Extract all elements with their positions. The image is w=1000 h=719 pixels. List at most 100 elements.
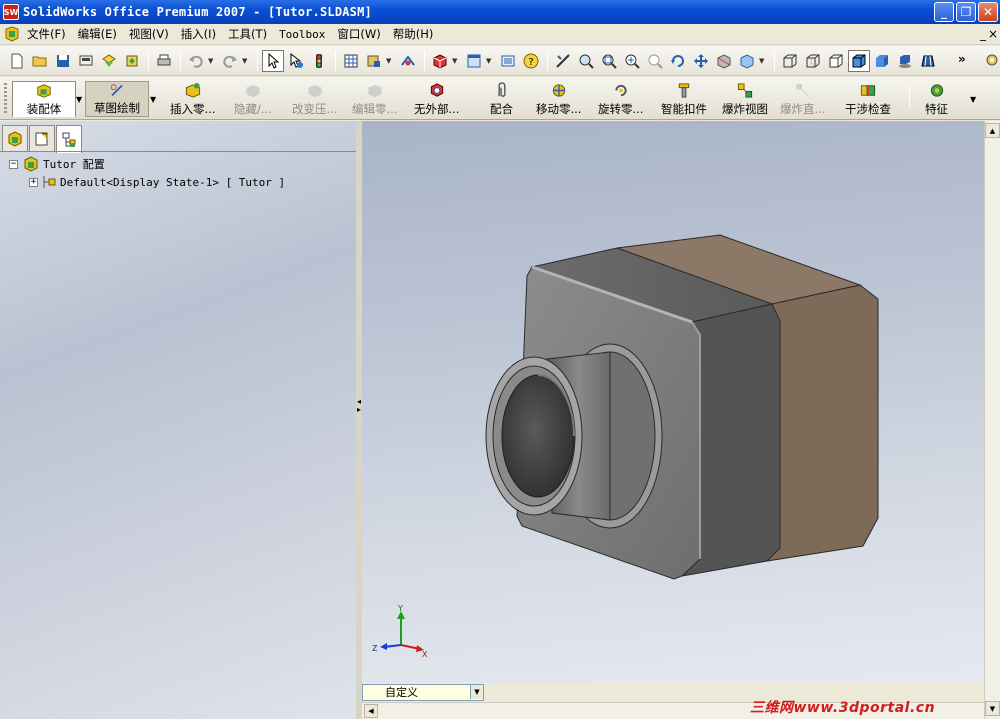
rotate-view-button[interactable] [667, 50, 689, 72]
restore-button[interactable]: ❐ [956, 2, 976, 22]
tree-child-row[interactable]: + Default<Display State-1> [ Tutor ] [29, 174, 285, 190]
open-button[interactable] [29, 50, 51, 72]
command-separator [909, 87, 910, 107]
scroll-left-button[interactable]: ◀ [364, 704, 378, 718]
tree-collapse-toggle[interactable]: − [9, 159, 18, 169]
rotate-component-button[interactable]: 旋转零... [598, 81, 643, 117]
smart-fasteners-button[interactable]: 智能扣件 [661, 81, 707, 117]
undo-dropdown[interactable]: ▼ [208, 57, 216, 65]
no-external-references-button[interactable]: 无外部... [414, 81, 459, 117]
toggle-button[interactable] [397, 50, 419, 72]
features-button[interactable]: 特征 [925, 81, 948, 117]
zoom-to-fit-icon [579, 54, 594, 69]
hidden-lines-visible-button[interactable] [802, 50, 824, 72]
snap-dropdown[interactable]: ▼ [386, 57, 394, 65]
configuration-dropdown-arrow[interactable]: ▼ [470, 685, 483, 699]
tree-root-row[interactable]: − Tutor 配置 [9, 156, 105, 172]
solidworks-menu-icon[interactable] [3, 25, 21, 43]
document-minimize-button[interactable]: _ [980, 27, 986, 41]
view-orientation-button[interactable] [463, 50, 485, 72]
menu-file[interactable]: 文件(F) [21, 26, 72, 42]
features-dropdown[interactable]: ▼ [970, 95, 976, 104]
menu-insert[interactable]: 插入(I) [175, 26, 222, 42]
change-suppression-button[interactable]: 改变压... [292, 81, 337, 117]
shaded-with-edges-button[interactable] [848, 49, 870, 72]
explode-line-button[interactable]: 爆炸直... [780, 81, 825, 117]
3d-box-dropdown[interactable]: ▼ [452, 57, 460, 65]
shadows-button[interactable] [894, 50, 916, 72]
section-view-button[interactable] [713, 50, 735, 72]
options-button[interactable] [98, 50, 120, 72]
hide-show-button[interactable]: 隐藏/... [234, 81, 272, 117]
toolbar-extra-button[interactable] [984, 49, 1000, 71]
insert-component-icon [185, 82, 200, 98]
zoom-to-area-button[interactable] [598, 50, 620, 72]
hide-show-icon [246, 84, 260, 98]
menu-help[interactable]: 帮助(H) [387, 26, 440, 42]
exploded-view-button[interactable]: 爆炸视图 [722, 81, 768, 117]
tab-configuration-manager[interactable] [56, 125, 82, 153]
zoom-to-fit-button[interactable] [575, 50, 597, 72]
scroll-up-button[interactable]: ▲ [985, 123, 1000, 138]
mate-button[interactable]: 配合 [490, 81, 513, 117]
toolbar-overflow-button[interactable]: » [958, 52, 966, 66]
tab-assembly[interactable]: 装配体 [12, 81, 76, 117]
select-button[interactable] [262, 49, 284, 72]
tab-sketch[interactable]: 草图绘制 [85, 81, 149, 117]
layers-button[interactable] [497, 50, 519, 72]
document-close-button[interactable]: × [988, 27, 998, 41]
menu-window[interactable]: 窗口(W) [331, 26, 386, 42]
help-button[interactable]: ? [520, 50, 542, 72]
toolbar-grip[interactable] [4, 83, 7, 115]
close-button[interactable]: ✕ [978, 2, 998, 22]
zoom-selection-button[interactable] [644, 50, 666, 72]
pan-button[interactable] [690, 50, 712, 72]
view-display-button[interactable] [736, 50, 758, 72]
vertical-scrollbar[interactable]: ▲ ▼ [984, 121, 1000, 719]
shaded-button[interactable] [871, 50, 893, 72]
print-preview-button[interactable] [75, 50, 97, 72]
tree-expand-toggle[interactable]: + [29, 177, 38, 187]
save-button[interactable] [52, 50, 74, 72]
smart-dimension-button[interactable] [552, 50, 574, 72]
scroll-down-button[interactable]: ▼ [985, 701, 1000, 716]
view-display-dropdown[interactable]: ▼ [759, 57, 767, 65]
rebuild-button[interactable] [121, 50, 143, 72]
tab-property-manager[interactable] [29, 125, 55, 151]
traffic-light-button[interactable] [308, 50, 330, 72]
3d-box-button[interactable] [429, 50, 451, 72]
watermark-text: 三维网www.3dportal.cn [750, 700, 936, 716]
redo-dropdown[interactable]: ▼ [242, 57, 250, 65]
redo-button[interactable] [219, 50, 241, 72]
minimize-button[interactable]: _ [934, 2, 954, 22]
new-document-button[interactable] [6, 50, 28, 72]
edit-component-button[interactable]: 编辑零... [352, 81, 397, 117]
move-component-button[interactable]: 移动零... [536, 81, 581, 117]
perspective-button[interactable] [917, 50, 939, 72]
sketch-tab-dropdown[interactable]: ▼ [150, 95, 156, 104]
splitter-arrows-icon[interactable]: ◂ ▸ [357, 398, 361, 414]
zoom-in-out-button[interactable] [621, 50, 643, 72]
menu-toolbox[interactable]: Toolbox [273, 28, 331, 41]
menu-view[interactable]: 视图(V) [123, 26, 175, 42]
tab-feature-manager[interactable] [2, 125, 28, 151]
view-orientation-dropdown[interactable]: ▼ [486, 57, 494, 65]
interference-check-icon [860, 85, 876, 96]
wireframe-button[interactable] [779, 50, 801, 72]
pan-icon [694, 53, 708, 68]
print-button[interactable] [153, 50, 175, 72]
suppression-icon [308, 84, 322, 98]
graphics-viewport[interactable]: Y X Z [362, 121, 984, 683]
menu-edit[interactable]: 编辑(E) [72, 26, 123, 42]
grid-button[interactable] [340, 50, 362, 72]
configuration-select[interactable]: 自定义 [362, 684, 484, 701]
select-other-button[interactable] [285, 50, 307, 72]
menu-tools[interactable]: 工具(T) [222, 26, 273, 42]
insert-component-button[interactable]: 插入零... [170, 81, 215, 117]
undo-button[interactable] [185, 50, 207, 72]
snap-button[interactable] [363, 50, 385, 72]
interference-check-button[interactable]: 干涉检查 [845, 81, 891, 117]
assembly-tab-dropdown[interactable]: ▼ [76, 95, 82, 104]
hidden-lines-removed-button[interactable] [825, 50, 847, 72]
triad-y-label: Y [397, 604, 403, 613]
